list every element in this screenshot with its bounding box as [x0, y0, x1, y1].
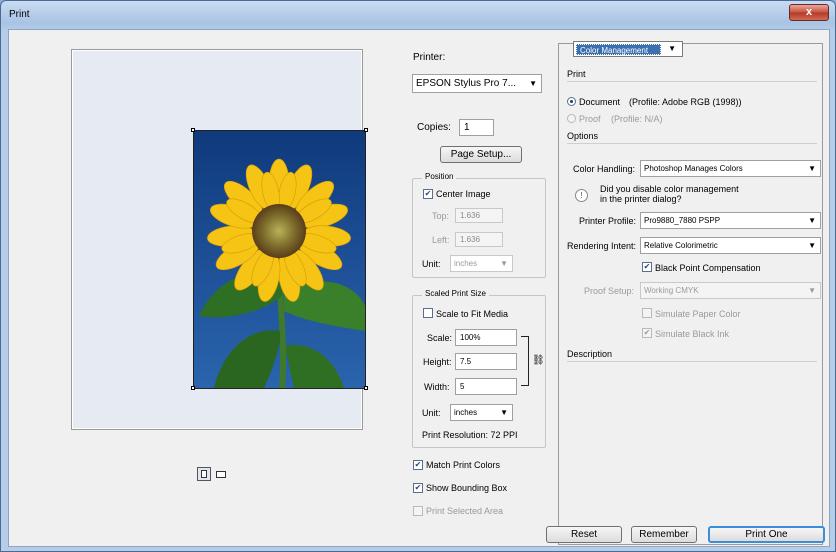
height-input[interactable]: 7.5	[455, 353, 517, 370]
match-print-colors-checkbox[interactable]: ✔	[413, 460, 423, 470]
top-input[interactable]: 1.636	[455, 208, 503, 223]
copies-label: Copies:	[417, 122, 451, 133]
position-unit-select[interactable]: inches ▼	[450, 255, 513, 272]
left-input[interactable]: 1.636	[455, 232, 503, 247]
rendering-intent-value: Relative Colorimetric	[644, 241, 718, 250]
width-label: Width:	[424, 382, 450, 392]
reset-button[interactable]: Reset	[546, 526, 622, 543]
black-point-compensation-checkbox[interactable]: ✔	[642, 262, 652, 272]
panel-mode-value: Color Management	[576, 44, 661, 55]
left-label: Left:	[432, 235, 450, 245]
scaled-unit-label: Unit:	[422, 408, 441, 418]
scale-input[interactable]: 100%	[455, 329, 517, 346]
portrait-orientation-icon[interactable]	[197, 467, 211, 481]
position-legend: Position	[422, 172, 457, 181]
scale-to-fit-checkbox[interactable]	[423, 308, 433, 318]
proof-label: Proof	[579, 114, 601, 124]
height-label: Height:	[423, 357, 452, 367]
black-point-compensation-label: Black Point Compensation	[655, 263, 761, 273]
color-handling-select[interactable]: Photoshop Manages Colors ▼	[640, 160, 821, 177]
panel-mode-select[interactable]: Color Management ▼	[573, 41, 683, 57]
resize-handle-br[interactable]	[364, 386, 368, 390]
chevron-down-icon: ▼	[529, 79, 537, 88]
dialog-body: Printer: EPSON Stylus Pro 7... ▼ Copies:…	[8, 29, 830, 547]
resize-handle-tl[interactable]	[191, 128, 195, 132]
scaled-unit-value: inches	[454, 408, 478, 417]
printer-label: Printer:	[413, 52, 446, 63]
print-selected-area-label: Print Selected Area	[426, 506, 504, 516]
print-dialog: Print x Printer: EPSON Stylus Pro 7... ▼…	[0, 0, 836, 552]
divider	[567, 143, 817, 144]
close-button[interactable]: x	[789, 4, 829, 21]
warning-line-2: in the printer dialog?	[600, 194, 682, 204]
copies-input[interactable]: 1	[459, 119, 494, 136]
page-setup-button[interactable]: Page Setup...	[440, 146, 522, 163]
show-bounding-box-checkbox[interactable]: ✔	[413, 483, 423, 493]
printer-profile-label: Printer Profile:	[579, 216, 637, 226]
scale-to-fit-label: Scale to Fit Media	[436, 309, 509, 319]
remember-button[interactable]: Remember	[631, 526, 697, 543]
show-bounding-box-label: Show Bounding Box	[426, 483, 508, 493]
rendering-intent-select[interactable]: Relative Colorimetric ▼	[640, 237, 821, 254]
center-image-label: Center Image	[436, 189, 491, 199]
warning-line-1: Did you disable color management	[600, 184, 739, 194]
chevron-down-icon: ▼	[668, 44, 676, 53]
width-input[interactable]: 5	[455, 378, 517, 395]
proof-setup-select[interactable]: Working CMYK ▼	[640, 282, 821, 299]
proof-profile: (Profile: N/A)	[611, 114, 663, 124]
document-profile: (Profile: Adobe RGB (1998))	[629, 97, 742, 107]
chevron-down-icon: ▼	[808, 216, 816, 225]
simulate-paper-color-label: Simulate Paper Color	[655, 309, 741, 319]
print-resolution: Print Resolution: 72 PPI	[422, 430, 518, 440]
simulate-black-ink-label: Simulate Black Ink	[655, 329, 730, 339]
printer-profile-value: Pro9880_7880 PSPP	[644, 216, 721, 225]
document-radio[interactable]	[567, 97, 576, 106]
resize-handle-bl[interactable]	[191, 386, 195, 390]
options-heading: Options	[567, 131, 599, 141]
chevron-down-icon: ▼	[808, 241, 816, 250]
resize-handle-tr[interactable]	[364, 128, 368, 132]
chevron-down-icon: ▼	[808, 164, 816, 173]
window-title: Print	[9, 9, 30, 20]
proof-setup-label: Proof Setup:	[584, 286, 635, 296]
proof-radio[interactable]	[567, 114, 576, 123]
sunflower-image[interactable]	[193, 130, 366, 389]
chevron-down-icon: ▼	[808, 286, 816, 295]
print-selected-area-checkbox[interactable]	[413, 506, 423, 516]
divider	[567, 361, 817, 362]
print-preview	[71, 49, 368, 430]
color-management-panel: Color Management ▼ Print Document (Profi…	[558, 41, 823, 545]
scaled-print-size-legend: Scaled Print Size	[422, 289, 489, 298]
color-handling-value: Photoshop Manages Colors	[644, 164, 743, 173]
printer-select-value: EPSON Stylus Pro 7...	[416, 78, 517, 89]
document-label: Document	[579, 97, 621, 107]
rendering-intent-label: Rendering Intent:	[567, 241, 637, 251]
position-unit-label: Unit:	[422, 259, 441, 269]
match-print-colors-label: Match Print Colors	[426, 460, 501, 470]
simulate-paper-color-checkbox[interactable]	[642, 308, 652, 318]
link-dimensions-icon[interactable]: ⛓	[532, 355, 545, 366]
title-bar: Print x	[1, 1, 835, 29]
printer-profile-select[interactable]: Pro9880_7880 PSPP ▼	[640, 212, 821, 229]
divider	[567, 81, 817, 82]
scale-label: Scale:	[427, 333, 453, 343]
print-one-button[interactable]: Print One	[708, 526, 825, 543]
color-handling-label: Color Handling:	[573, 164, 636, 174]
center-image-checkbox[interactable]: ✔	[423, 189, 433, 199]
printer-select[interactable]: EPSON Stylus Pro 7... ▼	[412, 74, 542, 93]
chevron-down-icon: ▼	[500, 408, 508, 417]
scaled-unit-select[interactable]: inches ▼	[450, 404, 513, 421]
warning-icon: !	[575, 189, 588, 202]
link-bracket	[521, 336, 529, 386]
position-unit-value: inches	[454, 259, 478, 268]
print-heading: Print	[567, 69, 586, 79]
landscape-orientation-icon[interactable]	[215, 468, 229, 481]
chevron-down-icon: ▼	[500, 259, 508, 268]
top-label: Top:	[432, 211, 450, 221]
proof-setup-value: Working CMYK	[644, 286, 699, 295]
description-heading: Description	[567, 349, 613, 359]
simulate-black-ink-checkbox[interactable]: ✔	[642, 328, 652, 338]
